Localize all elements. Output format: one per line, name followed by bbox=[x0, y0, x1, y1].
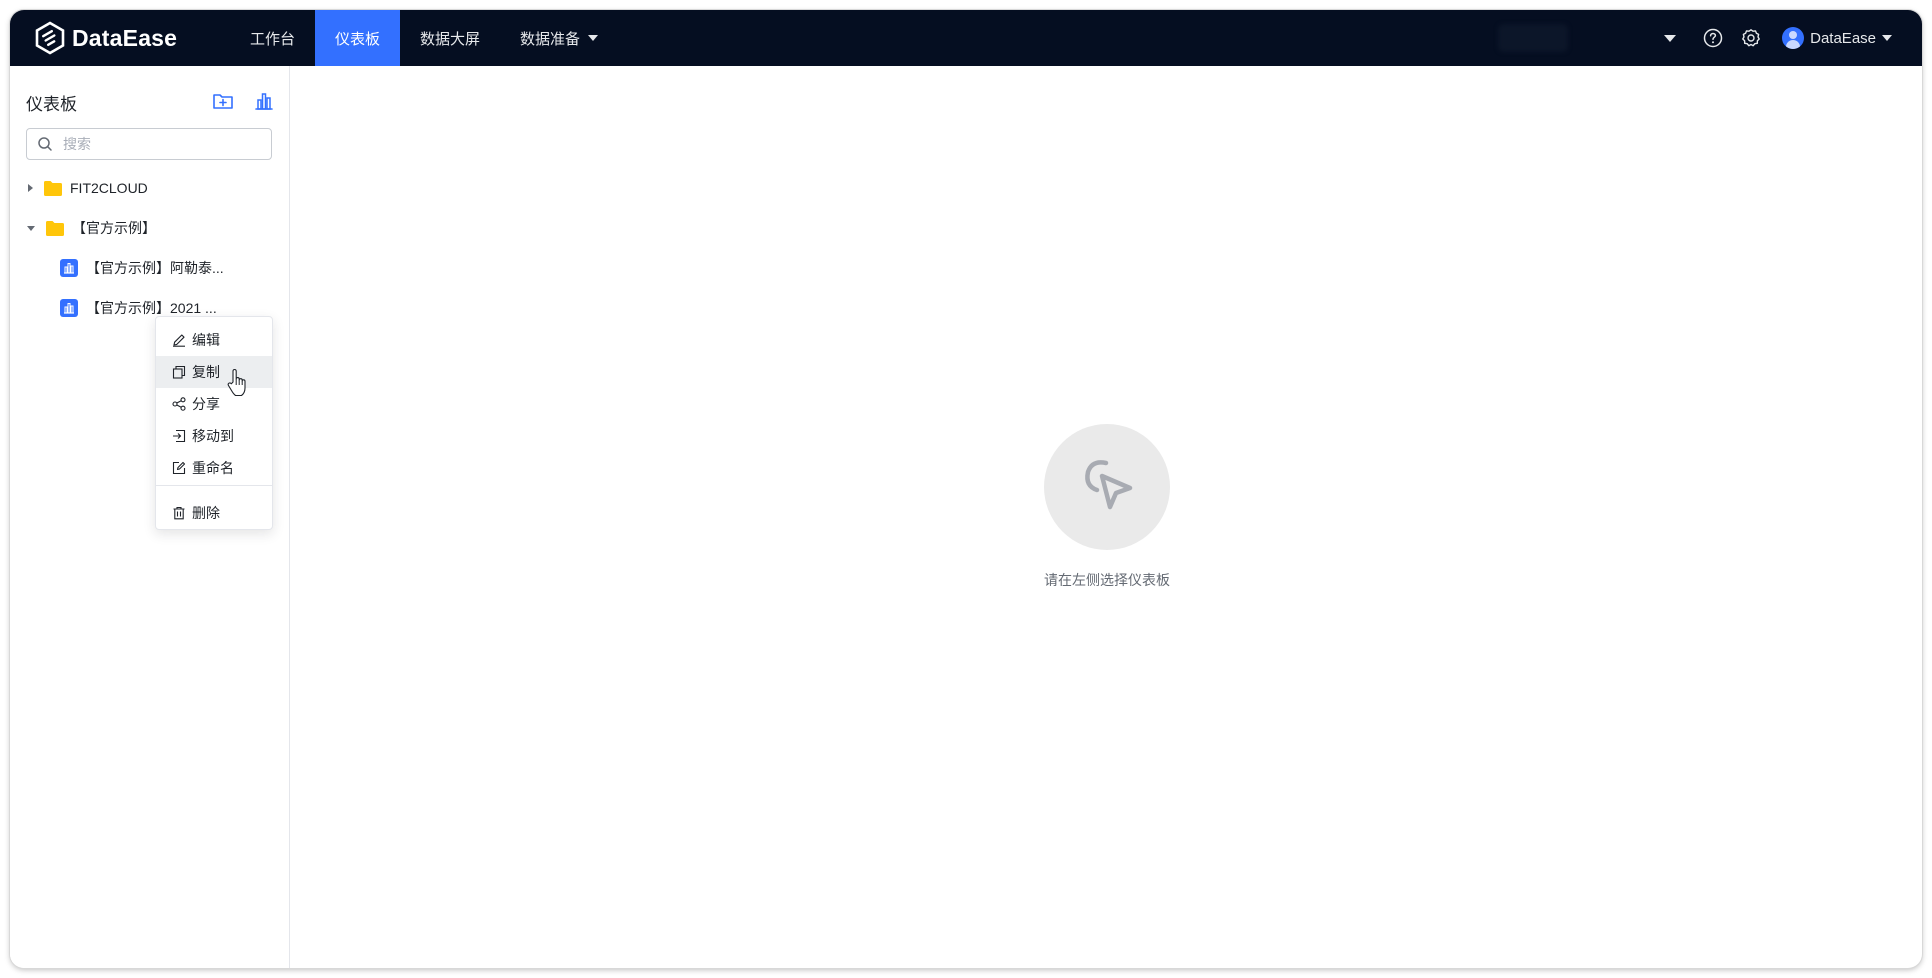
empty-state-text: 请在左侧选择仪表板 bbox=[1044, 572, 1170, 588]
nav-label: 数据准备 bbox=[520, 30, 581, 48]
dashboard-icon bbox=[60, 259, 78, 277]
search-input[interactable] bbox=[61, 135, 265, 153]
share-icon bbox=[172, 397, 186, 411]
gear-icon[interactable] bbox=[1740, 27, 1762, 49]
search-icon bbox=[38, 137, 52, 151]
toolbar-right: DataEase bbox=[1664, 10, 1922, 66]
user-name: DataEase bbox=[1810, 29, 1876, 47]
user-menu[interactable]: DataEase bbox=[1782, 27, 1892, 49]
tree-item-label: FIT2CLOUD bbox=[70, 180, 148, 196]
new-dashboard-icon[interactable] bbox=[254, 91, 274, 111]
chevron-down-icon bbox=[1882, 35, 1892, 41]
nav-item-workbench[interactable]: 工作台 bbox=[230, 10, 315, 66]
nav-label: 仪表板 bbox=[335, 30, 381, 48]
menu-item-label: 移动到 bbox=[192, 428, 234, 444]
tree-item-label: 【官方示例】2021 ... bbox=[86, 300, 217, 316]
menu-item-edit[interactable]: 编辑 bbox=[156, 324, 272, 356]
folder-icon bbox=[46, 220, 64, 236]
app-window: DataEase 工作台 仪表板 数据大屏 数据准备 DataEase 仪表板 … bbox=[10, 10, 1922, 968]
delete-icon bbox=[173, 506, 185, 520]
search-field[interactable] bbox=[26, 128, 272, 160]
cursor-pointer-icon bbox=[1085, 460, 1133, 510]
menu-item-label: 删除 bbox=[192, 505, 220, 521]
caret-right-icon[interactable] bbox=[28, 184, 33, 192]
tree-item-label: 【官方示例】 bbox=[72, 220, 156, 236]
empty-state-illustration bbox=[1044, 424, 1170, 550]
tree-item-dashboard[interactable]: 【官方示例】阿勒泰... bbox=[10, 252, 289, 284]
chevron-down-icon bbox=[588, 35, 599, 41]
menu-item-copy[interactable]: 复制 bbox=[156, 356, 272, 388]
menu-divider bbox=[156, 485, 272, 486]
sidebar-title: 仪表板 bbox=[26, 95, 77, 114]
tree-item-folder[interactable]: 【官方示例】 bbox=[10, 212, 289, 244]
menu-item-move-to[interactable]: 移动到 bbox=[156, 420, 272, 452]
menu-item-delete[interactable]: 删除 bbox=[156, 497, 272, 529]
caret-down-icon[interactable] bbox=[27, 225, 35, 231]
menu-item-rename[interactable]: 重命名 bbox=[156, 452, 272, 484]
nav-label: 数据大屏 bbox=[420, 30, 481, 48]
menu-item-label: 复制 bbox=[192, 364, 220, 380]
top-navigation-bar: DataEase 工作台 仪表板 数据大屏 数据准备 DataEase bbox=[10, 10, 1922, 66]
blurred-area bbox=[1498, 24, 1568, 52]
help-icon[interactable] bbox=[1702, 27, 1724, 49]
context-menu: 编辑 复制 分享 移动到 重命名 删除 bbox=[155, 316, 273, 530]
tree-item-label: 【官方示例】阿勒泰... bbox=[86, 260, 224, 276]
tree-item-folder[interactable]: FIT2CLOUD bbox=[10, 172, 289, 204]
menu-item-label: 重命名 bbox=[192, 460, 234, 476]
menu-item-label: 分享 bbox=[192, 396, 220, 412]
app-name: DataEase bbox=[72, 24, 178, 51]
dataease-logo-icon bbox=[35, 21, 65, 55]
new-folder-icon[interactable] bbox=[212, 91, 234, 111]
nav-label: 工作台 bbox=[250, 30, 296, 48]
menu-item-label: 编辑 bbox=[192, 332, 220, 348]
hand-cursor-icon bbox=[227, 368, 246, 397]
dashboard-icon bbox=[60, 299, 78, 317]
menu-item-share[interactable]: 分享 bbox=[156, 388, 272, 420]
caret-down-icon[interactable] bbox=[1664, 34, 1677, 42]
nav-item-dashboard[interactable]: 仪表板 bbox=[315, 10, 401, 66]
folder-icon bbox=[44, 180, 62, 196]
rename-icon bbox=[172, 461, 186, 475]
main-nav: 工作台 仪表板 数据大屏 数据准备 bbox=[230, 10, 618, 66]
avatar bbox=[1782, 27, 1805, 49]
app-logo[interactable]: DataEase bbox=[34, 21, 177, 55]
nav-item-data-screen[interactable]: 数据大屏 bbox=[400, 10, 500, 66]
nav-item-data-preparation[interactable]: 数据准备 bbox=[500, 10, 618, 66]
copy-icon bbox=[172, 365, 186, 379]
move-icon bbox=[173, 429, 186, 443]
edit-icon bbox=[173, 334, 185, 347]
